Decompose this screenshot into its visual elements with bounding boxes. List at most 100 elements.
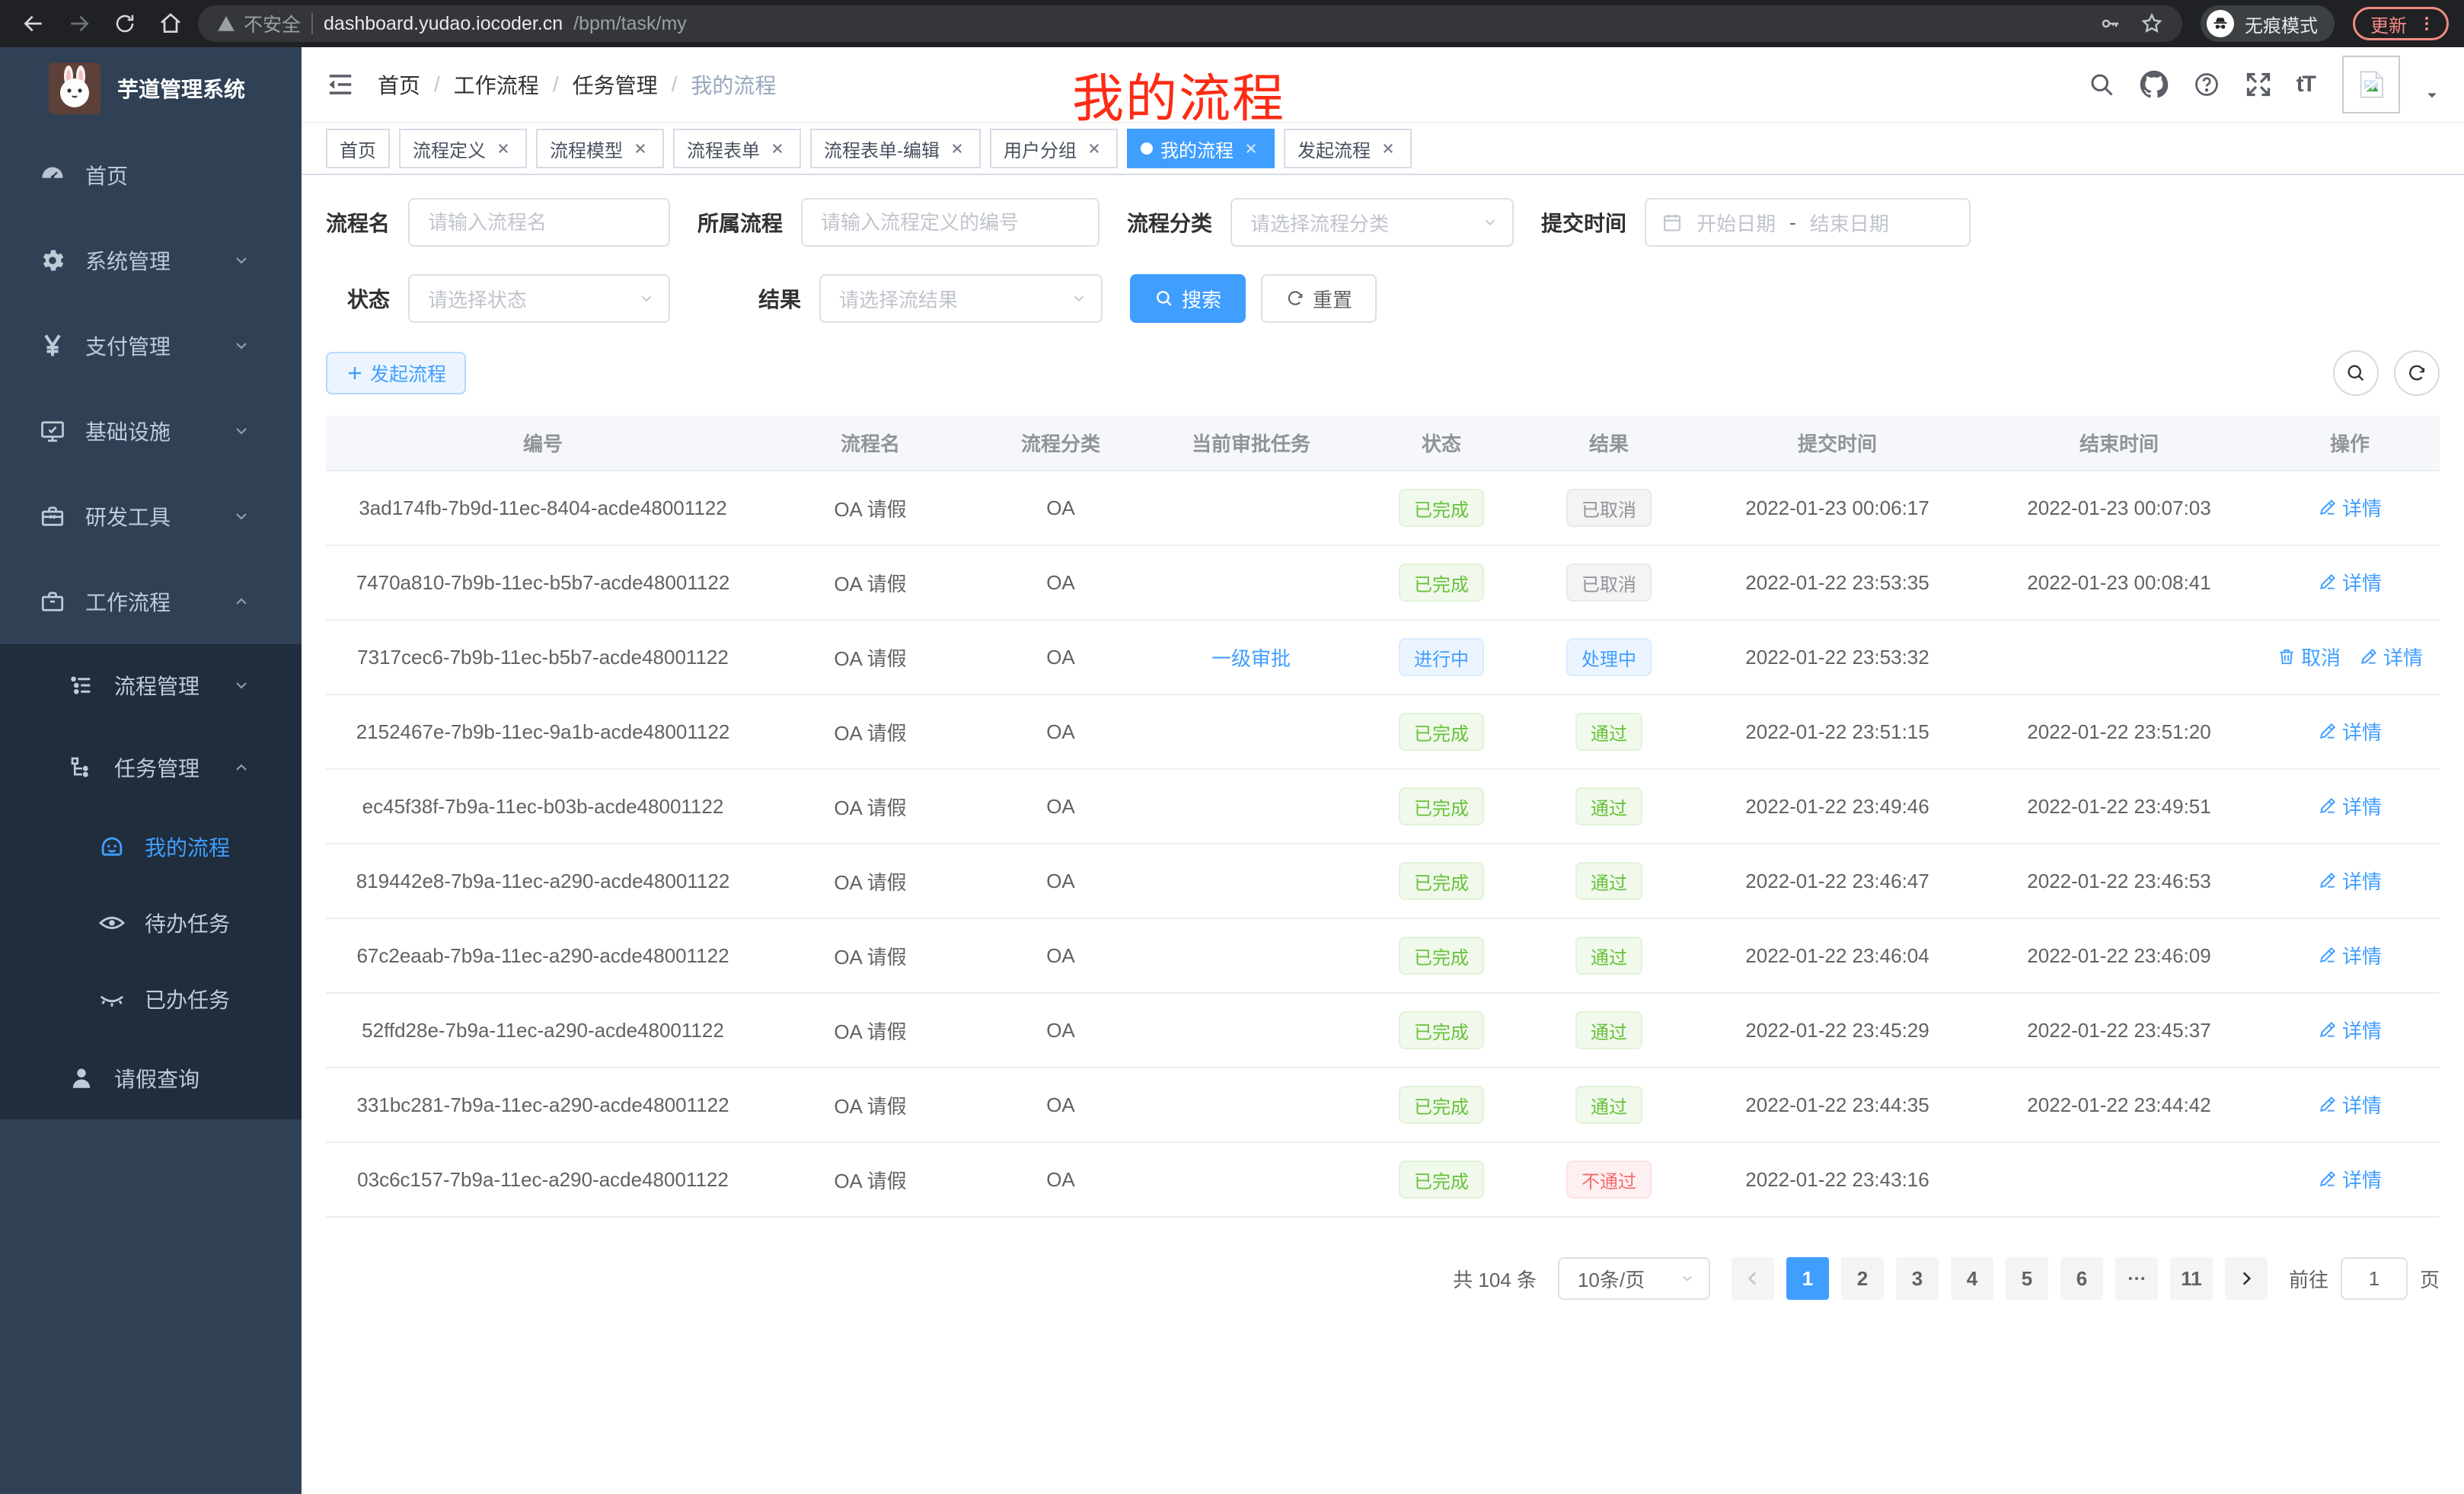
cell-actions: 详情 xyxy=(2260,471,2440,545)
tab-close-icon[interactable] xyxy=(1241,140,1261,157)
detail-action[interactable]: 详情 xyxy=(2318,792,2382,820)
submit-time: 2022-01-22 23:53:32 xyxy=(1745,646,1929,669)
result-select[interactable]: 请选择流结果 xyxy=(819,274,1103,323)
tab-首页[interactable]: 首页 xyxy=(326,129,390,168)
detail-action[interactable]: 详情 xyxy=(2318,867,2382,895)
detail-action[interactable]: 详情 xyxy=(2318,941,2382,969)
tab-流程定义[interactable]: 流程定义 xyxy=(399,129,527,168)
show-search-button[interactable] xyxy=(2333,350,2379,396)
detail-action[interactable]: 详情 xyxy=(2318,1165,2382,1193)
breadcrumb-item[interactable]: 工作流程 xyxy=(454,69,539,100)
tab-发起流程[interactable]: 发起流程 xyxy=(1284,129,1412,168)
github-icon[interactable] xyxy=(2140,70,2169,99)
avatar[interactable] xyxy=(2342,56,2400,113)
detail-action[interactable]: 详情 xyxy=(2359,643,2423,671)
sidebar-item-label: 我的流程 xyxy=(145,832,274,862)
create-process-button[interactable]: 发起流程 xyxy=(326,352,466,394)
detail-action[interactable]: 详情 xyxy=(2318,1090,2382,1119)
cancel-action[interactable]: 取消 xyxy=(2277,643,2341,671)
more-pages-button[interactable] xyxy=(2115,1257,2158,1300)
cell-name: OA 请假 xyxy=(760,769,981,844)
sidebar-item-done-task[interactable]: 已办任务 xyxy=(0,961,302,1037)
tab-close-icon[interactable] xyxy=(1084,140,1104,157)
bookmark-star-icon[interactable] xyxy=(2140,11,2164,36)
plus-icon xyxy=(346,364,364,382)
cell-result: 通过 xyxy=(1521,844,1696,918)
status-select[interactable]: 请选择状态 xyxy=(408,274,670,323)
page-button-3[interactable]: 3 xyxy=(1896,1257,1939,1300)
refresh-table-button[interactable] xyxy=(2394,350,2440,396)
process-category: OA xyxy=(1046,646,1075,669)
reset-button[interactable]: 重置 xyxy=(1261,274,1377,323)
font-size-icon[interactable]: tT xyxy=(2296,72,2315,97)
sidebar-item-devtools[interactable]: 研发工具 xyxy=(0,474,302,559)
sidebar-item-infra[interactable]: 基础设施 xyxy=(0,388,302,474)
breadcrumb-item[interactable]: 任务管理 xyxy=(573,69,658,100)
caret-down-icon[interactable] xyxy=(2424,88,2440,103)
tab-close-icon[interactable] xyxy=(768,140,787,157)
page-button-2[interactable]: 2 xyxy=(1841,1257,1884,1300)
address-bar[interactable]: 不安全 dashboard.yudao.iocoder.cn/bpm/task/… xyxy=(198,5,2182,42)
back-icon[interactable] xyxy=(15,5,52,42)
search-button[interactable]: 搜索 xyxy=(1130,274,1246,323)
fullscreen-icon[interactable] xyxy=(2245,71,2272,98)
sidebar-item-my-process[interactable]: 我的流程 xyxy=(0,809,302,885)
tab-流程表单[interactable]: 流程表单 xyxy=(673,129,801,168)
detail-action[interactable]: 详情 xyxy=(2318,568,2382,596)
page-button-6[interactable]: 6 xyxy=(2060,1257,2103,1300)
breadcrumb-item: 我的流程 xyxy=(691,69,776,100)
search-icon[interactable] xyxy=(2088,71,2115,98)
end-time: 2022-01-22 23:46:53 xyxy=(2027,870,2210,892)
tab-流程模型[interactable]: 流程模型 xyxy=(536,129,664,168)
page-size-select[interactable]: 10条/页 xyxy=(1558,1257,1710,1300)
tab-close-icon[interactable] xyxy=(493,140,513,157)
current-task-link[interactable]: 一级审批 xyxy=(1211,647,1291,670)
owner-process-input[interactable] xyxy=(801,198,1100,247)
category-select[interactable]: 请选择流程分类 xyxy=(1230,198,1514,247)
page-button-1[interactable]: 1 xyxy=(1786,1257,1829,1300)
sidebar-item-payment[interactable]: 支付管理 xyxy=(0,303,302,388)
tab-我的流程[interactable]: 我的流程 xyxy=(1127,129,1275,168)
process-name-input[interactable] xyxy=(408,198,670,247)
page-button-4[interactable]: 4 xyxy=(1951,1257,1993,1300)
filter-row-1: 流程名 所属流程 流程分类 请选择流程分类 xyxy=(326,198,2440,247)
browser-update-button[interactable]: 更新 xyxy=(2353,7,2449,40)
sidebar-item-process-manage[interactable]: 流程管理 xyxy=(0,644,302,726)
detail-action[interactable]: 详情 xyxy=(2318,717,2382,745)
page-button-11[interactable]: 11 xyxy=(2170,1257,2213,1300)
tab-close-icon[interactable] xyxy=(1378,140,1398,157)
detail-action[interactable]: 详情 xyxy=(2318,493,2382,522)
breadcrumb-item[interactable]: 首页 xyxy=(378,69,420,100)
next-page-button[interactable] xyxy=(2225,1257,2268,1300)
help-icon[interactable] xyxy=(2193,71,2220,98)
home-icon[interactable] xyxy=(152,5,189,42)
reload-icon[interactable] xyxy=(107,5,143,42)
submit-time-range-picker[interactable]: 开始日期 - 结束日期 xyxy=(1645,198,1971,247)
sidebar-item-workflow[interactable]: 工作流程 xyxy=(0,559,302,644)
sidebar-item-leave-query[interactable]: 请假查询 xyxy=(0,1037,302,1119)
cell-end-time: 2022-01-22 23:44:42 xyxy=(1978,1068,2260,1142)
kebab-menu-icon[interactable] xyxy=(2418,14,2436,33)
forward-icon[interactable] xyxy=(61,5,97,42)
tab-流程表单-编辑[interactable]: 流程表单-编辑 xyxy=(810,129,981,168)
tab-close-icon[interactable] xyxy=(947,140,967,157)
owner-process-label: 所属流程 xyxy=(697,207,783,238)
sidebar-item-task-manage[interactable]: 任务管理 xyxy=(0,726,302,809)
cell-category: OA xyxy=(981,471,1141,545)
app-logo[interactable]: 芋道管理系统 xyxy=(0,47,302,129)
detail-action[interactable]: 详情 xyxy=(2318,1016,2382,1044)
tab-close-icon[interactable] xyxy=(630,140,650,157)
goto-page-input[interactable] xyxy=(2341,1257,2408,1300)
key-icon[interactable] xyxy=(2099,12,2121,35)
tab-用户分组[interactable]: 用户分组 xyxy=(990,129,1118,168)
cell-status: 已完成 xyxy=(1361,993,1521,1068)
sidebar-item-todo-task[interactable]: 待办任务 xyxy=(0,885,302,961)
prev-page-button[interactable] xyxy=(1732,1257,1774,1300)
sidebar-fold-icon[interactable] xyxy=(326,70,355,99)
cell-id: 3ad174fb-7b9d-11ec-8404-acde48001122 xyxy=(326,471,760,545)
sidebar-item-system[interactable]: 系统管理 xyxy=(0,218,302,303)
sidebar-item-home[interactable]: 首页 xyxy=(0,132,302,218)
page-button-5[interactable]: 5 xyxy=(2006,1257,2048,1300)
result-badge: 通过 xyxy=(1575,1086,1642,1124)
security-warning[interactable]: 不安全 xyxy=(216,10,301,37)
